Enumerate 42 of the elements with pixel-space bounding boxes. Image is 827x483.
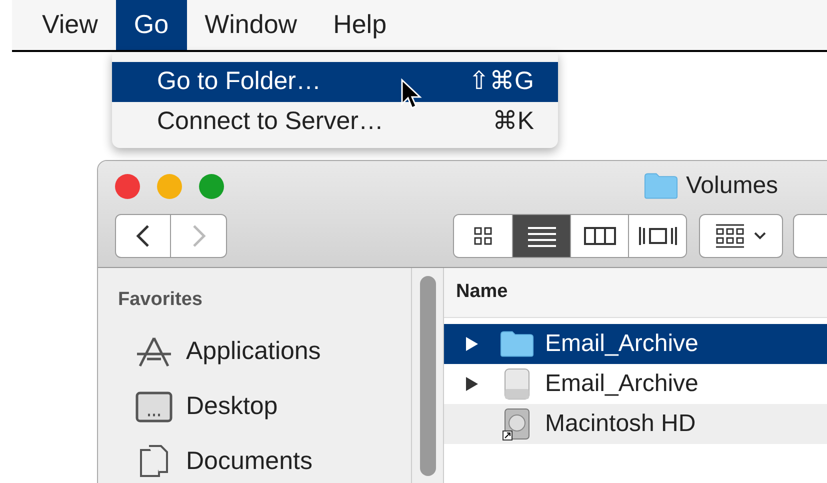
menu-bar-item[interactable]: Go bbox=[116, 0, 187, 50]
sidebar-item[interactable]: Applications bbox=[118, 324, 411, 379]
columns-icon bbox=[584, 226, 616, 246]
view-mode-control[interactable] bbox=[453, 214, 687, 258]
window-title: Volumes bbox=[686, 171, 778, 201]
drive-icon bbox=[502, 366, 532, 400]
view-mode-button[interactable] bbox=[628, 215, 686, 257]
arrange-button[interactable] bbox=[699, 214, 783, 258]
folder-icon bbox=[500, 330, 534, 358]
view-mode-button[interactable] bbox=[512, 215, 570, 257]
view-mode-button[interactable] bbox=[570, 215, 628, 257]
list-icon bbox=[526, 225, 556, 247]
menu-item[interactable]: Connect to Server… ⌘K bbox=[112, 102, 558, 142]
cover-flow-icon bbox=[638, 225, 678, 247]
mouse-pointer-icon bbox=[400, 78, 424, 112]
close-button[interactable] bbox=[115, 174, 140, 198]
compass-letter-icon bbox=[135, 334, 173, 368]
disclosure-triangle-icon[interactable] bbox=[464, 376, 478, 392]
sidebar-item[interactable]: Desktop bbox=[118, 379, 411, 434]
action-button[interactable] bbox=[793, 214, 827, 258]
menu-bar-item[interactable]: View bbox=[24, 0, 116, 50]
view-mode-button[interactable] bbox=[454, 215, 512, 257]
file-row[interactable]: Email_Archive bbox=[444, 324, 827, 364]
grid-icon bbox=[473, 226, 493, 246]
scroll-bar-thumb[interactable] bbox=[420, 276, 436, 476]
back-button[interactable] bbox=[115, 214, 171, 258]
documents-icon bbox=[137, 444, 171, 480]
folder-icon bbox=[644, 172, 678, 200]
column-header[interactable]: Name bbox=[444, 268, 827, 318]
sidebar-item[interactable]: Documents bbox=[118, 434, 411, 483]
chevron-right-icon bbox=[192, 224, 206, 248]
chevron-down-icon bbox=[753, 231, 767, 241]
menu-item[interactable]: Go to Folder… ⇧⌘G bbox=[112, 62, 558, 102]
chevron-left-icon bbox=[136, 224, 150, 248]
zoom-button[interactable] bbox=[199, 174, 224, 198]
file-row[interactable]: Macintosh HD bbox=[444, 404, 827, 444]
sidebar-heading: Favorites bbox=[118, 288, 204, 312]
disclosure-triangle-icon[interactable] bbox=[464, 336, 478, 352]
desktop-icon bbox=[135, 390, 173, 422]
menu-bar-item[interactable]: Window bbox=[186, 0, 316, 50]
menu-bar-item[interactable]: Help bbox=[315, 0, 405, 50]
arrange-grid-icon bbox=[715, 224, 745, 248]
